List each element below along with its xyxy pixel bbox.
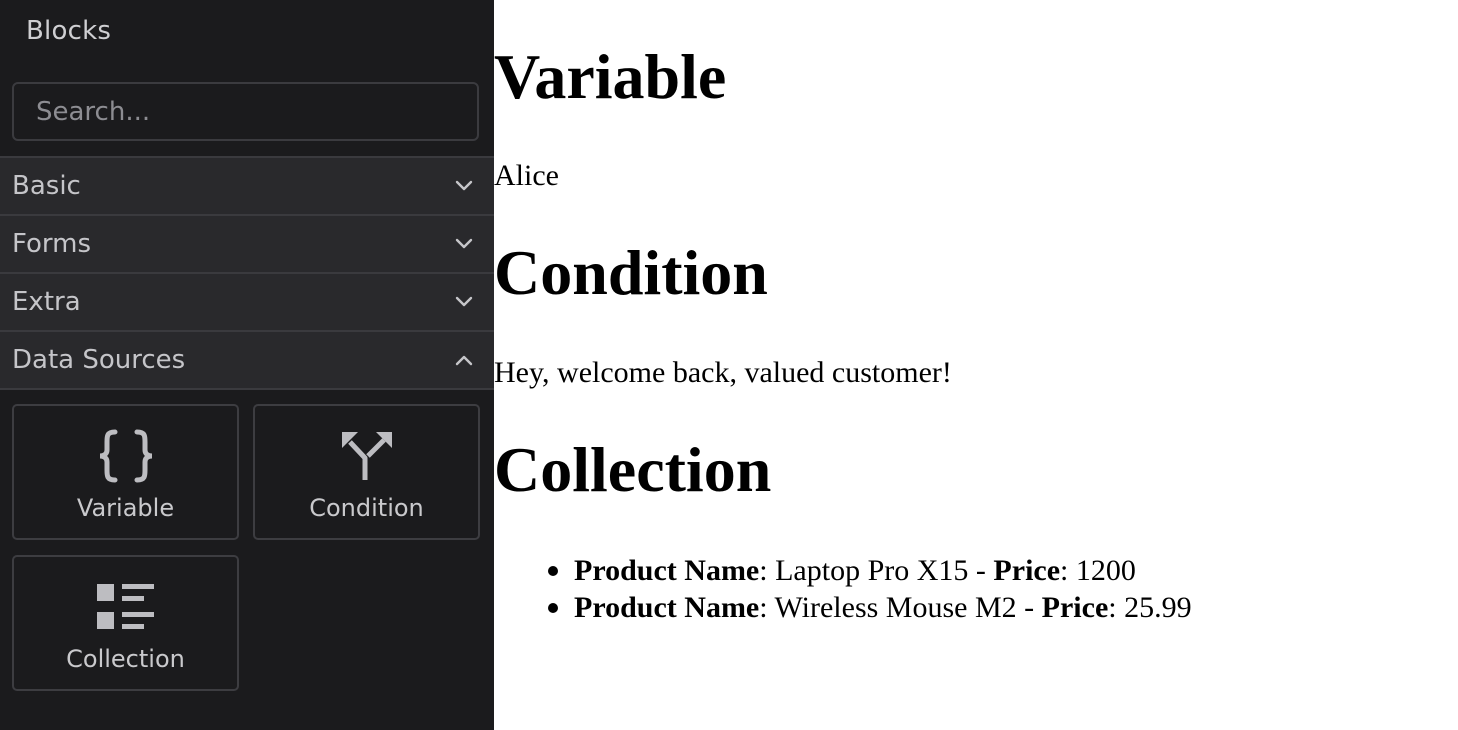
bullet-icon	[548, 566, 558, 576]
product-name: Laptop Pro X15	[775, 554, 969, 587]
category-extra[interactable]: Extra	[0, 272, 494, 330]
variable-heading: Variable	[494, 41, 727, 112]
chevron-down-icon	[454, 292, 474, 312]
list-item: Product Name: Laptop Pro X15 - Price: 12…	[548, 552, 1192, 589]
block-label: Condition	[309, 494, 424, 522]
price-label: Price	[1041, 591, 1109, 624]
block-variable[interactable]: Variable	[12, 404, 239, 540]
category-label: Extra	[12, 287, 81, 317]
blocks-panel: Blocks Basic Forms Extra Data Sources	[0, 0, 494, 730]
block-label: Variable	[76, 494, 175, 522]
collection-heading: Collection	[494, 434, 772, 505]
product-name-label: Product Name	[574, 591, 760, 624]
list-icon	[14, 579, 237, 635]
chevron-down-icon	[454, 176, 474, 196]
condition-heading: Condition	[494, 237, 768, 308]
chevron-down-icon	[454, 234, 474, 254]
chevron-up-icon	[454, 350, 474, 370]
product-name-label: Product Name	[574, 554, 760, 587]
price-label: Price	[993, 554, 1061, 587]
block-collection[interactable]: Collection	[12, 555, 239, 691]
category-basic[interactable]: Basic	[0, 156, 494, 214]
panel-title: Blocks	[26, 16, 112, 46]
fork-arrow-icon	[255, 428, 478, 484]
category-label: Basic	[12, 171, 81, 201]
block-label: Collection	[66, 645, 185, 673]
category-label: Forms	[12, 229, 92, 259]
braces-icon	[14, 428, 237, 484]
collection-list: Product Name: Laptop Pro X15 - Price: 12…	[548, 552, 1192, 626]
category-data-sources[interactable]: Data Sources	[0, 330, 494, 390]
block-condition[interactable]: Condition	[253, 404, 480, 540]
list-item: Product Name: Wireless Mouse M2 - Price:…	[548, 589, 1192, 626]
variable-value: Alice	[494, 159, 559, 192]
category-label: Data Sources	[12, 345, 186, 375]
product-name: Wireless Mouse M2	[774, 591, 1017, 624]
search-box	[12, 82, 479, 141]
condition-text: Hey, welcome back, valued customer!	[494, 356, 952, 389]
category-forms[interactable]: Forms	[0, 214, 494, 272]
bullet-icon	[548, 603, 558, 613]
price-value: 25.99	[1124, 591, 1192, 624]
search-input[interactable]	[14, 84, 477, 139]
canvas-preview[interactable]: Variable Alice Condition Hey, welcome ba…	[494, 0, 1458, 730]
price-value: 1200	[1075, 554, 1136, 587]
